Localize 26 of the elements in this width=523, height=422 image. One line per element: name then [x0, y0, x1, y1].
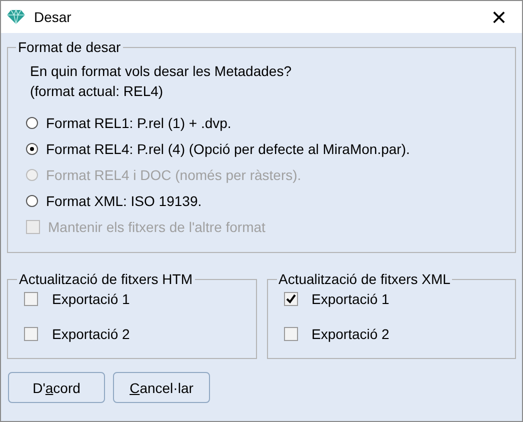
checkbox[interactable] — [24, 327, 38, 341]
dialog-button[interactable]: D'acord — [8, 372, 105, 403]
close-button[interactable]: × — [476, 1, 522, 33]
checkbox[interactable] — [284, 292, 298, 306]
dialog-button[interactable]: Cancel·lar — [113, 372, 210, 403]
option-label: Format XML: ISO 19139. — [46, 193, 202, 209]
option-label: Format REL1: P.rel (1) + .dvp. — [46, 115, 232, 131]
gem-icon — [6, 9, 26, 25]
option-label: Format REL4 i DOC (només per ràsters). — [46, 167, 302, 183]
checkbox[interactable] — [24, 292, 38, 306]
checkbox-label: Exportació 2 — [312, 326, 390, 342]
checkbox-label: Mantenir els fitxers de l'altre format — [48, 219, 266, 235]
option-label: Format REL4: P.rel (4) (Opció per defecte al MiraMon.par). — [46, 141, 410, 157]
checkbox-label: Exportació 1 — [52, 291, 130, 307]
group-title: Format de desar — [17, 39, 122, 55]
radio-button[interactable] — [26, 117, 38, 129]
group-title: Actualització de fitxers HTM — [18, 271, 194, 287]
current-format-text: (format actual: REL4) — [30, 82, 164, 101]
prompt-text: En quin format vols desar les Metadades? — [30, 62, 292, 81]
checkbox[interactable] — [284, 327, 298, 341]
group-title: Actualització de fitxers XML — [278, 271, 452, 287]
radio-button[interactable] — [26, 195, 38, 207]
checkbox-label: Exportació 2 — [52, 326, 130, 342]
checkbox-label: Exportació 1 — [312, 291, 390, 307]
radio-button[interactable] — [26, 143, 38, 155]
window-title: Desar — [34, 9, 72, 25]
